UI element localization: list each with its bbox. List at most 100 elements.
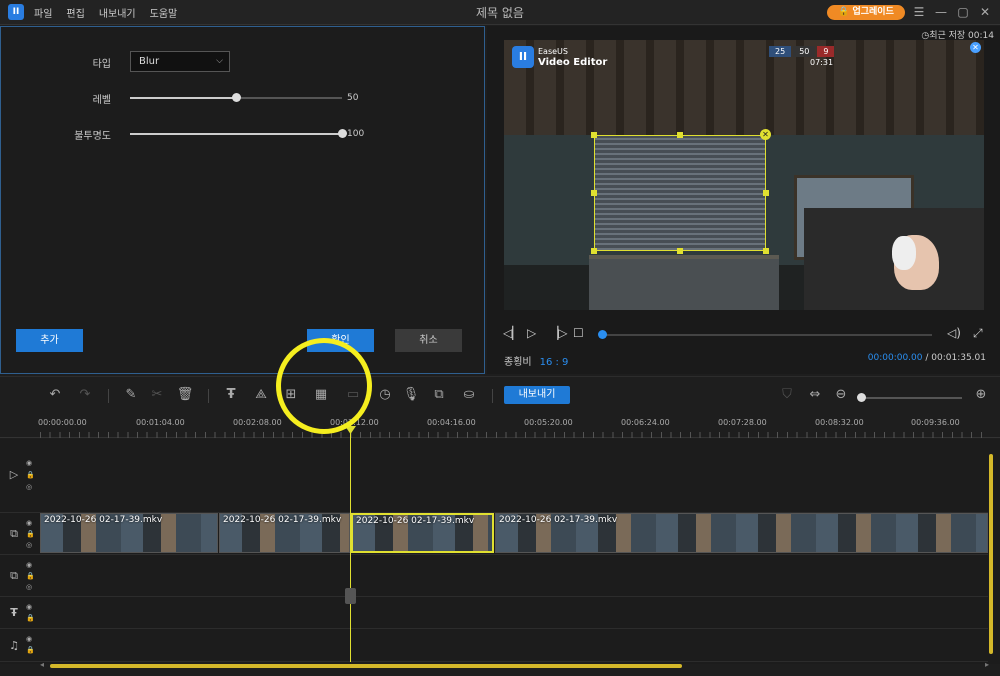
- screen-record-icon[interactable]: ⧉: [430, 386, 448, 404]
- undo-icon[interactable]: ↶: [46, 386, 64, 404]
- freeze-frame-icon[interactable]: ▭: [344, 386, 362, 404]
- ruler-ticks: [40, 432, 990, 438]
- playback-progress-knob[interactable]: [598, 330, 607, 339]
- resize-handle-b[interactable]: [677, 248, 683, 254]
- resize-handle-t[interactable]: [677, 132, 683, 138]
- track-header-text: Ŧ ◉ 🔒: [0, 597, 38, 629]
- aspect-ratio[interactable]: 종횡비 16 : 9: [504, 353, 568, 368]
- shield-icon[interactable]: ⛉: [778, 386, 796, 404]
- zoom-in-icon[interactable]: ⊕: [972, 386, 990, 404]
- level-slider-knob[interactable]: [232, 93, 241, 102]
- visibility-icon[interactable]: ◉: [26, 561, 34, 569]
- close-icon[interactable]: ✕: [976, 3, 994, 21]
- opacity-slider-knob[interactable]: [338, 129, 347, 138]
- menu-file[interactable]: 파일: [34, 5, 52, 20]
- cancel-button[interactable]: 취소: [395, 329, 462, 352]
- zoom-out-icon[interactable]: ⊖: [832, 386, 850, 404]
- edit-pencil-icon[interactable]: ✎: [122, 386, 140, 404]
- lock-icon[interactable]: 🔒: [26, 646, 35, 654]
- visibility-icon[interactable]: ◉: [26, 519, 34, 527]
- timeline-zoom-knob[interactable]: [857, 393, 866, 402]
- playback-progress-bar[interactable]: [602, 334, 932, 336]
- upgrade-button[interactable]: 🔒 업그레이드: [827, 5, 905, 20]
- pip-track-icon: ⧉: [10, 527, 18, 540]
- video-clip[interactable]: 2022-10-26 02-17-39.mkv: [40, 513, 218, 553]
- color-fill-icon[interactable]: ⛀: [460, 386, 478, 404]
- mosaic-icon[interactable]: ▦: [312, 386, 330, 404]
- lock-icon[interactable]: 🔒: [26, 471, 35, 479]
- delete-icon[interactable]: 🗑: [176, 386, 194, 404]
- eye-icon[interactable]: ◎: [26, 541, 34, 549]
- lock-icon: 🔒: [838, 7, 850, 17]
- region-delete-icon[interactable]: ✕: [760, 129, 771, 140]
- track-header-pip: ⧉ ◉ 🔒 ◎: [0, 513, 38, 555]
- track-header-video: ▷ ◉ 🔒 ◎: [0, 439, 38, 513]
- resize-handle-tl[interactable]: [591, 132, 597, 138]
- video-clip[interactable]: 2022-10-26 02-17-39.mkv: [219, 513, 350, 553]
- timecode: 00:00:00.00 / 00:01:35.01: [867, 353, 986, 363]
- blur-mosaic-region[interactable]: [594, 135, 766, 251]
- settings-menu-icon[interactable]: ☰: [910, 3, 928, 21]
- lock-icon[interactable]: 🔒: [26, 572, 35, 580]
- scroll-right-icon[interactable]: ▸: [985, 660, 989, 669]
- next-frame-icon[interactable]: ▕▷: [549, 326, 567, 340]
- speed-clock-icon[interactable]: ◷: [376, 386, 394, 404]
- ruler-label: 00:01:04.00: [136, 418, 185, 427]
- lock-icon[interactable]: 🔒: [26, 614, 35, 622]
- voiceover-mic-icon[interactable]: 🎙: [402, 386, 420, 404]
- ok-button[interactable]: 확인: [307, 329, 374, 352]
- play-icon[interactable]: ▷: [527, 326, 536, 340]
- playhead-grip[interactable]: [345, 588, 356, 604]
- minimize-icon[interactable]: —: [932, 3, 950, 21]
- video-clip-selected[interactable]: 2022-10-26 02-17-39.mkv: [351, 513, 494, 553]
- cut-icon[interactable]: ✂: [148, 386, 166, 404]
- timeline-horizontal-scrollbar[interactable]: [50, 664, 682, 668]
- crop-icon[interactable]: ⟁: [252, 386, 270, 404]
- timeline-toolbar: ↶ ↷ ✎ ✂ 🗑 Ŧ ⟁ ⊞ ▦ ▭ ◷ 🎙 ⧉ ⛀ 내보내기 ⛉ ⇔ ⊖ ⊕: [0, 376, 1000, 412]
- text-track[interactable]: [38, 597, 988, 629]
- toolbar-divider: [492, 389, 493, 403]
- export-button[interactable]: 내보내기: [504, 386, 570, 404]
- resize-handle-l[interactable]: [591, 190, 597, 196]
- menu-edit[interactable]: 편집: [66, 5, 84, 20]
- visibility-icon[interactable]: ◉: [26, 603, 34, 611]
- pip-track[interactable]: [38, 555, 988, 597]
- video-clip[interactable]: 2022-10-26 02-17-39.mkv: [495, 513, 988, 553]
- fit-timeline-icon[interactable]: ⇔: [806, 386, 824, 404]
- menu-export[interactable]: 내보내기: [99, 5, 136, 20]
- timeline-ruler[interactable]: 00:00:00.00 00:01:04.00 00:02:08.00 00:0…: [0, 412, 1000, 438]
- lock-icon[interactable]: 🔒: [26, 530, 35, 538]
- music-track[interactable]: [38, 629, 988, 662]
- resize-handle-br[interactable]: [763, 248, 769, 254]
- text-icon[interactable]: Ŧ: [222, 386, 240, 404]
- timeline-vertical-scrollbar[interactable]: [989, 454, 993, 654]
- upgrade-label: 업그레이드: [852, 7, 894, 17]
- scroll-left-icon[interactable]: ◂: [40, 660, 44, 669]
- video-preview[interactable]: II EaseUS Video Editor ✕ 25 50 9 07:31 ✕: [504, 40, 984, 310]
- stop-icon[interactable]: ☐: [573, 326, 584, 340]
- visibility-icon[interactable]: ◉: [26, 459, 34, 467]
- maximize-icon[interactable]: ▢: [954, 3, 972, 21]
- watermark-logo-icon: II: [512, 46, 534, 68]
- visibility-icon[interactable]: ◉: [26, 635, 34, 643]
- playhead-line[interactable]: [350, 420, 351, 662]
- ruler-label: 00:02:08.00: [233, 418, 282, 427]
- resize-handle-bl[interactable]: [591, 248, 597, 254]
- eye-icon[interactable]: ◎: [26, 483, 34, 491]
- volume-icon[interactable]: ◁): [947, 326, 961, 340]
- fullscreen-icon[interactable]: ⤢: [973, 326, 983, 341]
- redo-icon[interactable]: ↷: [76, 386, 94, 404]
- watermark-close-icon[interactable]: ✕: [970, 42, 981, 53]
- prev-frame-icon[interactable]: ◁▏: [503, 326, 521, 340]
- timeline-zoom-slider[interactable]: [862, 397, 962, 399]
- eye-icon[interactable]: ◎: [26, 583, 34, 591]
- opacity-value: 100: [347, 129, 365, 139]
- resize-handle-r[interactable]: [763, 190, 769, 196]
- zoom-region-icon[interactable]: ⊞: [282, 386, 300, 404]
- menu-help[interactable]: 도움말: [150, 5, 178, 20]
- type-select[interactable]: Blur ⌵: [130, 51, 230, 72]
- level-value: 50: [347, 93, 359, 103]
- add-button[interactable]: 추가: [16, 329, 83, 352]
- preview-panel: ◷최근 저장 00:14 II EaseUS Video Editor ✕ 25…: [487, 26, 1000, 374]
- video-overlay-track[interactable]: [38, 439, 988, 513]
